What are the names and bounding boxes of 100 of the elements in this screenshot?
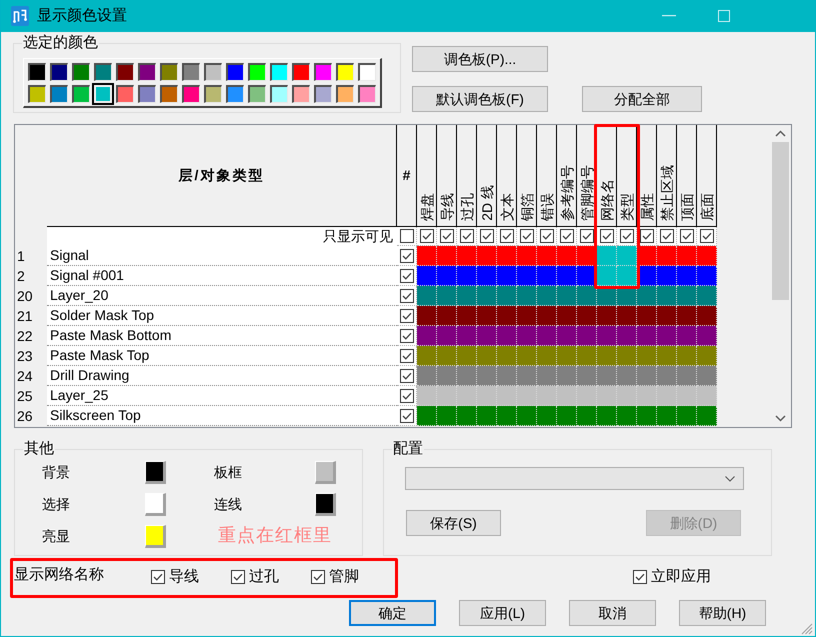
color-cell[interactable] [517, 406, 537, 426]
color-cell[interactable] [497, 366, 517, 386]
layer-name[interactable]: Paste Mask Bottom [47, 326, 397, 346]
checkbox[interactable] [660, 229, 674, 243]
color-cell[interactable] [497, 286, 517, 306]
color-cell[interactable] [437, 406, 457, 426]
color-swatch[interactable] [50, 63, 68, 81]
checkbox[interactable] [600, 229, 614, 243]
color-cell[interactable] [457, 386, 477, 406]
color-cell[interactable] [617, 386, 637, 406]
color-cell[interactable] [557, 286, 577, 306]
color-cell[interactable] [677, 346, 697, 366]
color-swatch[interactable] [292, 63, 310, 81]
checkbox-label[interactable]: 过孔 [249, 568, 279, 586]
color-cell[interactable] [657, 306, 677, 326]
color-swatch[interactable] [138, 85, 156, 103]
color-cell[interactable] [517, 346, 537, 366]
color-cell[interactable] [697, 286, 717, 306]
color-cell[interactable] [557, 406, 577, 426]
checkbox[interactable] [560, 229, 574, 243]
checkbox[interactable] [520, 229, 534, 243]
dialog-button[interactable]: 帮助(H) [679, 600, 766, 626]
checkbox[interactable] [400, 328, 414, 342]
color-cell[interactable] [417, 246, 437, 266]
color-cell[interactable] [517, 366, 537, 386]
color-cell[interactable] [477, 266, 497, 286]
color-cell[interactable] [557, 326, 577, 346]
color-cell[interactable] [517, 306, 537, 326]
color-cell[interactable] [577, 406, 597, 426]
color-cell[interactable] [537, 406, 557, 426]
color-cell[interactable] [477, 246, 497, 266]
color-cell[interactable] [677, 286, 697, 306]
color-swatch[interactable] [314, 63, 332, 81]
color-swatch[interactable] [50, 85, 68, 103]
color-cell[interactable] [497, 406, 517, 426]
color-cell[interactable] [537, 346, 557, 366]
checkbox[interactable] [640, 229, 654, 243]
color-cell[interactable] [497, 386, 517, 406]
color-cell[interactable] [697, 266, 717, 286]
color-swatch[interactable] [182, 63, 200, 81]
color-cell[interactable] [537, 386, 557, 406]
color-cell[interactable] [637, 306, 657, 326]
layer-name[interactable]: Signal #001 [47, 266, 397, 286]
color-cell[interactable] [677, 326, 697, 346]
color-cell[interactable] [657, 286, 677, 306]
color-cell[interactable] [417, 266, 437, 286]
color-cell[interactable] [417, 286, 437, 306]
scrollbar-thumb[interactable] [772, 142, 789, 300]
checkbox[interactable] [400, 268, 414, 282]
color-cell[interactable] [477, 346, 497, 366]
dialog-button[interactable]: 应用(L) [459, 600, 546, 626]
checkbox-label[interactable]: 导线 [169, 568, 199, 586]
color-cell[interactable] [697, 366, 717, 386]
color-cell[interactable] [457, 246, 477, 266]
checkbox[interactable] [620, 229, 634, 243]
color-cell[interactable] [437, 326, 457, 346]
color-cell[interactable] [517, 386, 537, 406]
checkbox[interactable] [580, 229, 594, 243]
color-cell[interactable] [477, 326, 497, 346]
layer-name[interactable]: Layer_25 [47, 386, 397, 406]
color-cell[interactable] [597, 386, 617, 406]
color-cell[interactable] [597, 266, 617, 286]
color-cell[interactable] [437, 246, 457, 266]
color-swatch[interactable] [270, 63, 288, 81]
color-cell[interactable] [557, 366, 577, 386]
checkbox[interactable] [540, 229, 554, 243]
color-cell[interactable] [477, 286, 497, 306]
color-cell[interactable] [417, 366, 437, 386]
color-cell[interactable] [457, 406, 477, 426]
color-cell[interactable] [637, 346, 657, 366]
checkbox-label[interactable]: 立即应用 [651, 568, 711, 586]
color-swatch[interactable] [358, 85, 376, 103]
color-cell[interactable] [477, 386, 497, 406]
color-cell[interactable] [517, 266, 537, 286]
checkbox[interactable] [400, 308, 414, 322]
color-cell[interactable] [677, 246, 697, 266]
color-cell[interactable] [477, 366, 497, 386]
layer-name[interactable]: Paste Mask Top [47, 346, 397, 366]
color-cell[interactable] [437, 346, 457, 366]
color-cell[interactable] [697, 246, 717, 266]
color-cell[interactable] [577, 326, 597, 346]
color-cell[interactable] [437, 366, 457, 386]
color-cell[interactable] [457, 286, 477, 306]
color-cell[interactable] [557, 386, 577, 406]
color-cell[interactable] [537, 246, 557, 266]
color-swatch[interactable] [94, 63, 112, 81]
color-cell[interactable] [537, 306, 557, 326]
color-swatch[interactable] [248, 85, 266, 103]
color-cell[interactable] [597, 366, 617, 386]
checkbox[interactable] [500, 229, 514, 243]
chevron-down-icon[interactable] [725, 476, 735, 482]
color-cell[interactable] [657, 266, 677, 286]
color-swatch[interactable] [92, 83, 114, 105]
checkbox[interactable] [400, 408, 414, 422]
color-cell[interactable] [417, 406, 437, 426]
color-cell[interactable] [577, 346, 597, 366]
checkbox[interactable] [680, 229, 694, 243]
color-cell[interactable] [457, 346, 477, 366]
color-swatch[interactable] [336, 63, 354, 81]
color-cell[interactable] [597, 306, 617, 326]
